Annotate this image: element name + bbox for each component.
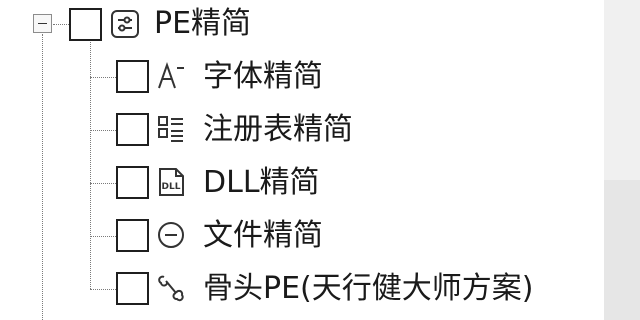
minus-icon [38, 23, 47, 24]
tree-item-label[interactable]: 注册表精简 [203, 112, 353, 148]
tree-item-label[interactable]: DLL精简 [203, 165, 320, 201]
checkbox-font[interactable] [116, 60, 149, 93]
svg-text:DLL: DLL [162, 182, 181, 192]
minus-circle-icon [156, 220, 186, 250]
tree-view: PE精简 字体精简 注册表精简 DLL DLL精简 文件精简 骨头PE(天行健大… [0, 0, 604, 320]
settings-sliders-icon [110, 9, 140, 39]
checkbox-pe-root[interactable] [69, 8, 102, 41]
tree-item-label[interactable]: 骨头PE(天行健大师方案) [203, 271, 533, 307]
tree-item-label[interactable]: 字体精简 [203, 59, 323, 95]
tree-line-children [90, 34, 91, 289]
font-icon [156, 61, 186, 91]
bone-icon [156, 273, 186, 303]
scrollbar-thumb[interactable] [604, 0, 640, 180]
tree-line-child-3 [90, 183, 116, 184]
tree-line-child-2 [90, 130, 116, 131]
checkbox-registry[interactable] [116, 113, 149, 146]
tree-line-root-h [53, 24, 69, 25]
tree-item-label[interactable]: PE精简 [154, 6, 251, 42]
tree-line-root [42, 34, 43, 320]
checkbox-files[interactable] [116, 219, 149, 252]
checkbox-dll[interactable] [116, 166, 149, 199]
tree-line-child-1 [90, 77, 116, 78]
tree-line-child-4 [90, 236, 116, 237]
tree-item-label[interactable]: 文件精简 [203, 218, 323, 254]
dll-file-icon: DLL [156, 167, 186, 197]
registry-list-icon [156, 114, 186, 144]
tree-line-child-5 [90, 289, 116, 290]
checkbox-bone-pe[interactable] [116, 272, 149, 305]
collapse-toggle[interactable] [33, 14, 52, 33]
